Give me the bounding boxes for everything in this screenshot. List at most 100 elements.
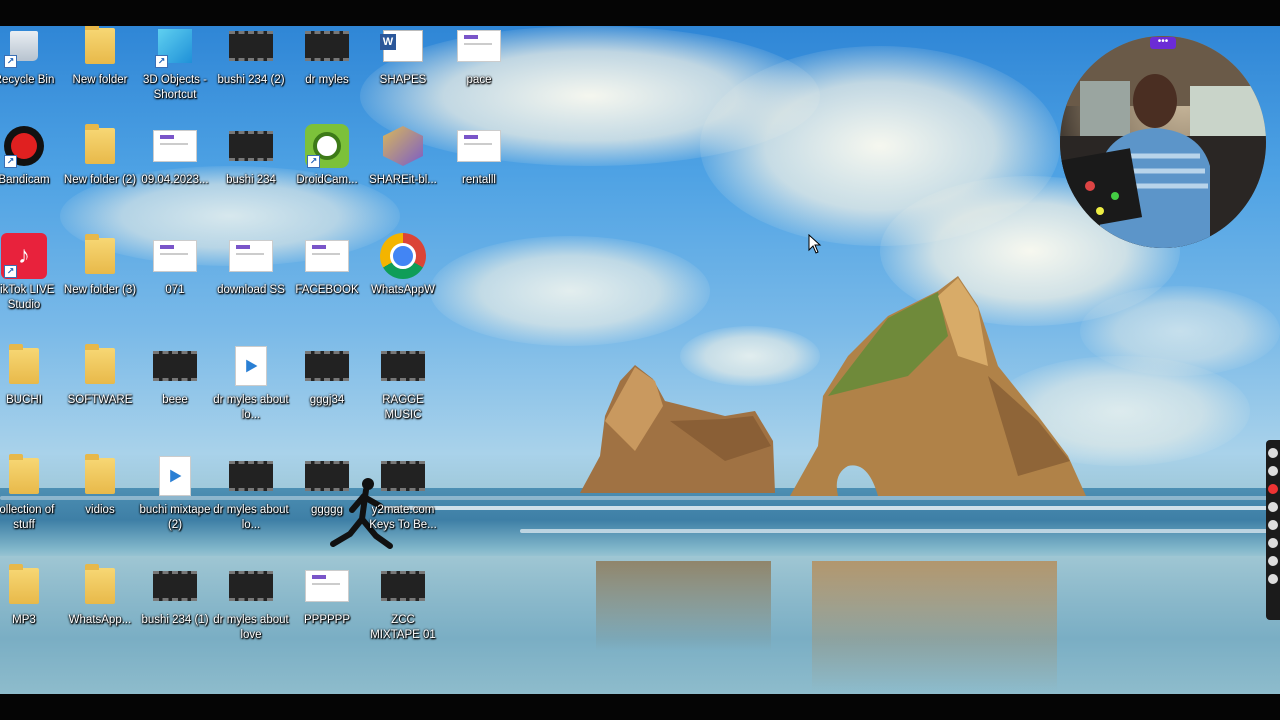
desktop-icon[interactable]: download SS — [213, 232, 289, 298]
desktop-icon[interactable]: FACEBOOK — [289, 232, 365, 298]
settings-icon[interactable] — [1268, 574, 1278, 584]
desktop-icon-glyph — [303, 452, 351, 500]
screen-icon[interactable] — [1268, 556, 1278, 566]
desktop-icon-glyph: ↗ — [0, 122, 48, 170]
desktop-icon[interactable]: rentalll — [441, 122, 517, 188]
desktop-icon[interactable]: PPPPPP — [289, 562, 365, 628]
desktop-icon[interactable]: ggggg — [289, 452, 365, 518]
camera-icon[interactable] — [1268, 466, 1278, 476]
desktop-icon[interactable]: New folder (3) — [62, 232, 138, 298]
shortcut-arrow-icon: ↗ — [4, 55, 17, 68]
desktop-icon-label: MP3 — [12, 614, 36, 626]
desktop-icon-label: RAGGE MUSIC — [382, 394, 424, 421]
shareit-icon — [383, 126, 423, 166]
image-file-icon — [153, 130, 197, 162]
desktop-icon-glyph — [76, 562, 124, 610]
media-player-icon — [235, 346, 267, 386]
folder-icon — [85, 454, 115, 494]
desktop-icon[interactable]: WhatsAppW — [365, 232, 441, 298]
desktop-icon[interactable]: beee — [137, 342, 213, 408]
desktop-icon-glyph — [76, 452, 124, 500]
desktop-icon[interactable]: dr myles — [289, 26, 365, 88]
desktop-icon-glyph — [455, 26, 503, 70]
desktop-icon-glyph — [151, 122, 199, 170]
webcam-overlay[interactable] — [1060, 36, 1266, 248]
desktop-icon[interactable]: SHAREit-bl... — [365, 122, 441, 188]
desktop-icon[interactable]: BUCHI — [0, 342, 62, 408]
image-file-icon — [457, 30, 501, 62]
desktop-icon[interactable]: ↗ Recycle Bin — [0, 26, 62, 88]
image-file-icon — [153, 240, 197, 272]
record-icon[interactable] — [1268, 484, 1278, 494]
desktop-icon-label: Recycle Bin — [0, 74, 55, 86]
desktop-icon[interactable]: ♪↗ TikTok LIVE Studio — [0, 232, 62, 313]
video-file-icon — [153, 571, 197, 601]
folder-icon — [85, 344, 115, 384]
desktop-icon-glyph — [379, 122, 427, 170]
webcam-toggle-icon[interactable] — [1268, 538, 1278, 548]
desktop-icon[interactable]: collection of stuff — [0, 452, 62, 533]
desktop-icon-glyph — [379, 342, 427, 390]
shortcut-arrow-icon: ↗ — [4, 155, 17, 168]
desktop-icon[interactable]: bushi 234 — [213, 122, 289, 188]
desktop-icon-glyph — [76, 342, 124, 390]
desktop-icon-label: pace — [466, 74, 492, 86]
desktop-icon[interactable]: New folder — [62, 26, 138, 88]
desktop-icon-glyph — [227, 452, 275, 500]
desktop-icon[interactable]: ↗ Bandicam — [0, 122, 62, 188]
volume-icon[interactable] — [1268, 520, 1278, 530]
desktop-icon-label: buchi mixtape (2) — [139, 504, 211, 531]
video-file-icon — [305, 461, 349, 491]
desktop-icon[interactable]: SOFTWARE — [62, 342, 138, 408]
desktop-icon-label: BUCHI — [6, 394, 42, 406]
desktop-icon-glyph — [455, 122, 503, 170]
webcam-menu-badge[interactable]: ••• — [1150, 37, 1176, 49]
desktop-icon-glyph — [379, 562, 427, 610]
desktop-icon-label: FACEBOOK — [295, 284, 359, 296]
letterbox-bottom — [0, 694, 1280, 720]
shortcut-arrow-icon: ↗ — [155, 55, 168, 68]
desktop-icon[interactable]: ZCC MIXTAPE 01 — [365, 562, 441, 643]
desktop-icon-glyph — [0, 562, 48, 610]
desktop-icon-glyph — [379, 452, 427, 500]
desktop-icon-label: collection of stuff — [0, 504, 55, 531]
microphone-icon[interactable] — [1268, 502, 1278, 512]
desktop-icon[interactable]: dr myles about love — [213, 562, 289, 643]
desktop-icon-glyph — [151, 232, 199, 280]
desktop-icon-glyph — [227, 342, 275, 390]
desktop-icon[interactable]: y2mate.com Keys To Be... — [365, 452, 441, 533]
desktop-icon-label: PPPPPP — [303, 614, 351, 626]
desktop-icon-glyph — [303, 232, 351, 280]
video-file-icon — [229, 571, 273, 601]
desktop-icon[interactable]: pace — [441, 26, 517, 88]
desktop-icon-glyph — [303, 562, 351, 610]
desktop-icon[interactable]: New folder (2) — [62, 122, 138, 188]
desktop-icon[interactable]: vidios — [62, 452, 138, 518]
desktop-icon[interactable]: dr myles about lo... — [213, 342, 289, 423]
desktop-icon[interactable]: bushi 234 (1) — [137, 562, 213, 628]
shortcut-arrow-icon: ↗ — [307, 155, 320, 168]
desktop-icon-label: bushi 234 — [226, 174, 276, 186]
desktop-icon[interactable]: bushi 234 (2) — [213, 26, 289, 88]
pen-icon[interactable] — [1268, 448, 1278, 458]
video-file-icon — [381, 571, 425, 601]
desktop-icon[interactable]: W SHAPES — [365, 26, 441, 88]
desktop-icon[interactable]: ↗ 3D Objects - Shortcut — [137, 26, 213, 103]
desktop-icon[interactable]: gggj34 — [289, 342, 365, 408]
desktop-icon[interactable]: MP3 — [0, 562, 62, 628]
desktop-icon[interactable]: dr myles about lo... — [213, 452, 289, 533]
desktop-icon-glyph: ↗ — [303, 122, 351, 170]
desktop-icon[interactable]: RAGGE MUSIC — [365, 342, 441, 423]
desktop-icon-glyph — [76, 232, 124, 280]
desktop-icon-label: New folder (2) — [63, 174, 137, 186]
desktop-icon[interactable]: ↗ DroidCam... — [289, 122, 365, 188]
letterbox-top — [0, 0, 1280, 26]
desktop-icon[interactable]: WhatsApp... — [62, 562, 138, 628]
desktop-icon[interactable]: 09.04.2023... — [137, 122, 213, 188]
desktop-icon-glyph — [151, 342, 199, 390]
video-file-icon — [381, 461, 425, 491]
desktop-icon-glyph — [227, 122, 275, 170]
desktop-icon[interactable]: 071 — [137, 232, 213, 298]
recorder-side-toolbar[interactable] — [1266, 440, 1280, 620]
desktop-icon[interactable]: buchi mixtape (2) — [137, 452, 213, 533]
